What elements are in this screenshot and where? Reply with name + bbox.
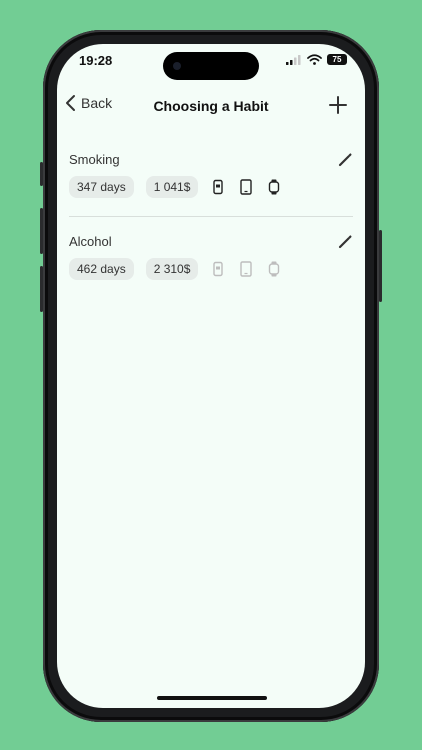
edit-pencil-icon[interactable] bbox=[337, 234, 353, 250]
status-indicators: 75 bbox=[286, 54, 347, 65]
money-badge: 2 310$ bbox=[145, 258, 199, 280]
app-screen: 19:28 75 Back Choosing a Habit Smoking 3… bbox=[57, 44, 365, 708]
watch-icon[interactable] bbox=[266, 261, 282, 277]
habit-item-smoking[interactable]: Smoking 347 days 1 041$ bbox=[69, 152, 353, 198]
wifi-icon bbox=[307, 54, 322, 65]
camera-icon bbox=[173, 62, 181, 70]
phone-frame: 19:28 75 Back Choosing a Habit Smoking 3… bbox=[40, 30, 382, 722]
dynamic-island bbox=[163, 52, 259, 80]
habit-name: Alcohol bbox=[69, 234, 112, 249]
battery-indicator: 75 bbox=[327, 54, 347, 65]
add-habit-button[interactable] bbox=[325, 92, 351, 118]
page-title: Choosing a Habit bbox=[153, 98, 269, 114]
phone-icon[interactable] bbox=[210, 261, 226, 277]
watch-icon[interactable] bbox=[266, 179, 282, 195]
volume-down-button bbox=[40, 266, 43, 312]
tablet-icon[interactable] bbox=[238, 261, 254, 277]
money-badge: 1 041$ bbox=[145, 176, 199, 198]
status-time: 19:28 bbox=[79, 53, 113, 68]
volume-up-button bbox=[40, 208, 43, 254]
cellular-signal-icon bbox=[286, 54, 301, 65]
days-badge: 347 days bbox=[69, 176, 134, 198]
home-indicator[interactable] bbox=[157, 696, 267, 700]
power-button bbox=[379, 230, 382, 302]
navigation-bar: Back Choosing a Habit bbox=[57, 92, 365, 122]
habit-item-alcohol[interactable]: Alcohol 462 days 2 310$ bbox=[69, 234, 353, 280]
habit-stats: 347 days 1 041$ bbox=[69, 176, 282, 198]
mute-switch bbox=[40, 162, 43, 186]
tablet-icon[interactable] bbox=[238, 179, 254, 195]
habit-stats: 462 days 2 310$ bbox=[69, 258, 282, 280]
edit-pencil-icon[interactable] bbox=[337, 152, 353, 168]
divider bbox=[69, 216, 353, 217]
habit-name: Smoking bbox=[69, 152, 120, 167]
days-badge: 462 days bbox=[69, 258, 134, 280]
phone-icon[interactable] bbox=[210, 179, 226, 195]
